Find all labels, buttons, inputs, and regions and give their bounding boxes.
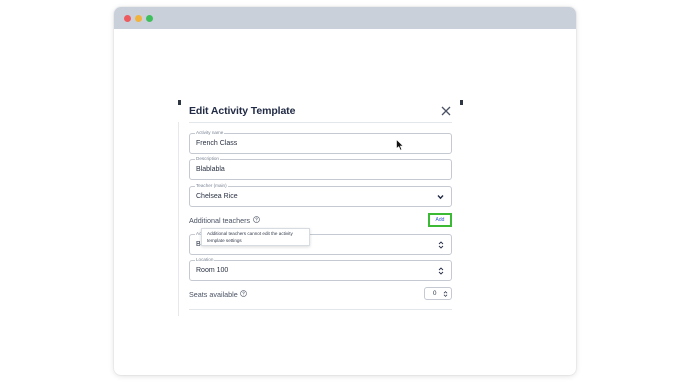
seats-stepper[interactable]: 0 [424,287,452,300]
stepper-arrows-icon[interactable] [443,290,448,298]
description-label: Description [195,156,220,162]
minimize-dot[interactable] [135,15,142,22]
updown-arrows-icon[interactable] [438,240,444,250]
activity-name-field[interactable]: Activity name French Class [189,130,452,154]
location-value: Room 100 [196,267,229,274]
teacher-main-value: Chelsea Rice [196,193,238,200]
modal-left-edge [178,122,179,316]
seats-available-label: Seats available [189,290,238,299]
updown-arrows-icon[interactable] [438,266,444,276]
edit-activity-modal: Edit Activity Template Activity name Fre… [178,100,463,316]
location-select[interactable]: Location Room 100 [189,257,452,281]
activity-name-label: Activity name [195,130,225,136]
teacher-main-select[interactable]: Teacher (main) Chelsea Rice [189,183,452,207]
additional-teachers-label: Additional teachers [189,216,251,225]
window-titlebar [114,7,576,29]
help-icon[interactable] [253,216,260,223]
stage: Edit Activity Template Activity name Fre… [0,0,688,387]
mouse-cursor-icon [396,139,404,151]
description-value: Blablabla [196,166,225,173]
bottom-divider [189,309,452,310]
header-divider [189,122,452,123]
maximize-dot[interactable] [146,15,153,22]
add-teacher-button[interactable]: Add [428,213,452,227]
modal-corner-right [460,100,463,105]
modal-title: Edit Activity Template [189,105,296,117]
teacher-main-label: Teacher (main) [195,183,228,189]
description-field[interactable]: Description Blablabla [189,156,452,180]
close-dot[interactable] [124,15,131,22]
seats-value: 0 [433,290,437,297]
chevron-down-icon[interactable] [437,194,444,200]
modal-corner-left [178,100,181,105]
location-label: Location [195,257,215,263]
help-icon[interactable] [240,290,247,297]
additional-teachers-tooltip: Additional teachers cannot edit the acti… [201,228,310,246]
close-icon[interactable] [440,105,452,117]
activity-name-value: French Class [196,140,238,147]
